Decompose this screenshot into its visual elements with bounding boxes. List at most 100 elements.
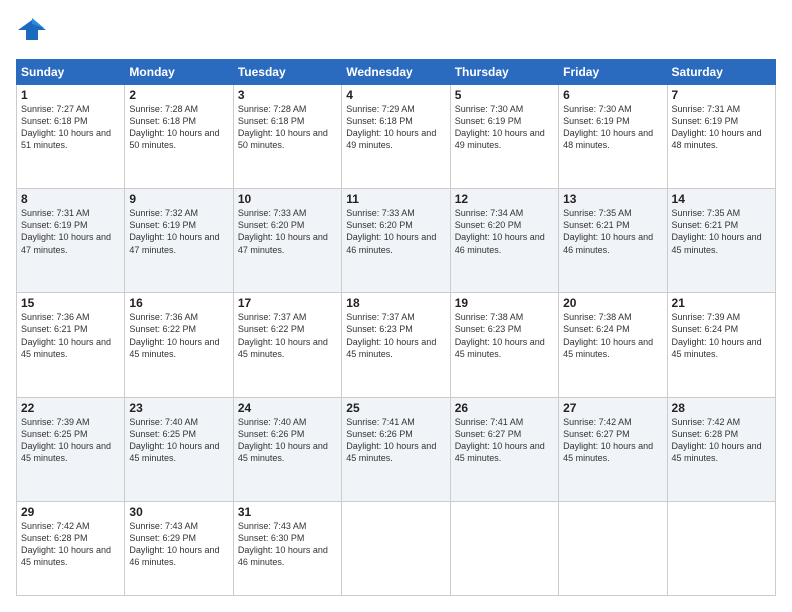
day-number: 26 xyxy=(455,401,554,415)
weekday-header-saturday: Saturday xyxy=(667,60,775,85)
day-info: Sunrise: 7:35 AM Sunset: 6:21 PM Dayligh… xyxy=(563,207,662,256)
day-number: 4 xyxy=(346,88,445,102)
day-info: Sunrise: 7:37 AM Sunset: 6:22 PM Dayligh… xyxy=(238,311,337,360)
day-number: 12 xyxy=(455,192,554,206)
day-info: Sunrise: 7:38 AM Sunset: 6:23 PM Dayligh… xyxy=(455,311,554,360)
day-number: 21 xyxy=(672,296,771,310)
weekday-header-monday: Monday xyxy=(125,60,233,85)
calendar-cell: 3Sunrise: 7:28 AM Sunset: 6:18 PM Daylig… xyxy=(233,85,341,189)
calendar-cell xyxy=(342,501,450,595)
day-number: 2 xyxy=(129,88,228,102)
calendar-cell: 21Sunrise: 7:39 AM Sunset: 6:24 PM Dayli… xyxy=(667,293,775,397)
calendar-cell: 16Sunrise: 7:36 AM Sunset: 6:22 PM Dayli… xyxy=(125,293,233,397)
calendar-cell: 12Sunrise: 7:34 AM Sunset: 6:20 PM Dayli… xyxy=(450,189,558,293)
day-info: Sunrise: 7:40 AM Sunset: 6:26 PM Dayligh… xyxy=(238,416,337,465)
day-info: Sunrise: 7:28 AM Sunset: 6:18 PM Dayligh… xyxy=(238,103,337,152)
day-info: Sunrise: 7:36 AM Sunset: 6:22 PM Dayligh… xyxy=(129,311,228,360)
page: SundayMondayTuesdayWednesdayThursdayFrid… xyxy=(0,0,792,612)
day-number: 31 xyxy=(238,505,337,519)
weekday-header-wednesday: Wednesday xyxy=(342,60,450,85)
calendar-cell: 24Sunrise: 7:40 AM Sunset: 6:26 PM Dayli… xyxy=(233,397,341,501)
day-number: 22 xyxy=(21,401,120,415)
weekday-header-friday: Friday xyxy=(559,60,667,85)
calendar-cell: 7Sunrise: 7:31 AM Sunset: 6:19 PM Daylig… xyxy=(667,85,775,189)
calendar-week-4: 22Sunrise: 7:39 AM Sunset: 6:25 PM Dayli… xyxy=(17,397,776,501)
weekday-header-thursday: Thursday xyxy=(450,60,558,85)
day-number: 23 xyxy=(129,401,228,415)
day-info: Sunrise: 7:35 AM Sunset: 6:21 PM Dayligh… xyxy=(672,207,771,256)
day-number: 3 xyxy=(238,88,337,102)
day-info: Sunrise: 7:42 AM Sunset: 6:28 PM Dayligh… xyxy=(21,520,120,569)
day-info: Sunrise: 7:37 AM Sunset: 6:23 PM Dayligh… xyxy=(346,311,445,360)
day-info: Sunrise: 7:31 AM Sunset: 6:19 PM Dayligh… xyxy=(672,103,771,152)
calendar-cell: 20Sunrise: 7:38 AM Sunset: 6:24 PM Dayli… xyxy=(559,293,667,397)
calendar-cell: 30Sunrise: 7:43 AM Sunset: 6:29 PM Dayli… xyxy=(125,501,233,595)
day-number: 20 xyxy=(563,296,662,310)
day-number: 19 xyxy=(455,296,554,310)
day-info: Sunrise: 7:31 AM Sunset: 6:19 PM Dayligh… xyxy=(21,207,120,256)
calendar-header: SundayMondayTuesdayWednesdayThursdayFrid… xyxy=(17,60,776,85)
day-info: Sunrise: 7:34 AM Sunset: 6:20 PM Dayligh… xyxy=(455,207,554,256)
day-number: 28 xyxy=(672,401,771,415)
day-info: Sunrise: 7:29 AM Sunset: 6:18 PM Dayligh… xyxy=(346,103,445,152)
logo-text-block xyxy=(16,16,46,49)
calendar-cell: 15Sunrise: 7:36 AM Sunset: 6:21 PM Dayli… xyxy=(17,293,125,397)
calendar-cell: 28Sunrise: 7:42 AM Sunset: 6:28 PM Dayli… xyxy=(667,397,775,501)
day-number: 14 xyxy=(672,192,771,206)
calendar-cell: 11Sunrise: 7:33 AM Sunset: 6:20 PM Dayli… xyxy=(342,189,450,293)
calendar-cell xyxy=(450,501,558,595)
calendar-cell: 19Sunrise: 7:38 AM Sunset: 6:23 PM Dayli… xyxy=(450,293,558,397)
day-number: 18 xyxy=(346,296,445,310)
day-number: 11 xyxy=(346,192,445,206)
day-number: 8 xyxy=(21,192,120,206)
day-number: 16 xyxy=(129,296,228,310)
day-info: Sunrise: 7:42 AM Sunset: 6:28 PM Dayligh… xyxy=(672,416,771,465)
day-number: 9 xyxy=(129,192,228,206)
calendar-cell: 14Sunrise: 7:35 AM Sunset: 6:21 PM Dayli… xyxy=(667,189,775,293)
day-info: Sunrise: 7:43 AM Sunset: 6:29 PM Dayligh… xyxy=(129,520,228,569)
weekday-row: SundayMondayTuesdayWednesdayThursdayFrid… xyxy=(17,60,776,85)
calendar-cell: 29Sunrise: 7:42 AM Sunset: 6:28 PM Dayli… xyxy=(17,501,125,595)
day-info: Sunrise: 7:42 AM Sunset: 6:27 PM Dayligh… xyxy=(563,416,662,465)
day-info: Sunrise: 7:32 AM Sunset: 6:19 PM Dayligh… xyxy=(129,207,228,256)
calendar-cell: 10Sunrise: 7:33 AM Sunset: 6:20 PM Dayli… xyxy=(233,189,341,293)
day-number: 5 xyxy=(455,88,554,102)
day-number: 27 xyxy=(563,401,662,415)
calendar-cell: 8Sunrise: 7:31 AM Sunset: 6:19 PM Daylig… xyxy=(17,189,125,293)
calendar-cell: 25Sunrise: 7:41 AM Sunset: 6:26 PM Dayli… xyxy=(342,397,450,501)
calendar-cell: 18Sunrise: 7:37 AM Sunset: 6:23 PM Dayli… xyxy=(342,293,450,397)
day-info: Sunrise: 7:28 AM Sunset: 6:18 PM Dayligh… xyxy=(129,103,228,152)
day-number: 29 xyxy=(21,505,120,519)
day-info: Sunrise: 7:30 AM Sunset: 6:19 PM Dayligh… xyxy=(563,103,662,152)
day-info: Sunrise: 7:41 AM Sunset: 6:26 PM Dayligh… xyxy=(346,416,445,465)
calendar-cell xyxy=(559,501,667,595)
calendar-cell: 9Sunrise: 7:32 AM Sunset: 6:19 PM Daylig… xyxy=(125,189,233,293)
day-number: 7 xyxy=(672,88,771,102)
day-number: 24 xyxy=(238,401,337,415)
day-info: Sunrise: 7:30 AM Sunset: 6:19 PM Dayligh… xyxy=(455,103,554,152)
logo-bird-icon xyxy=(18,16,46,44)
calendar-week-1: 1Sunrise: 7:27 AM Sunset: 6:18 PM Daylig… xyxy=(17,85,776,189)
day-info: Sunrise: 7:36 AM Sunset: 6:21 PM Dayligh… xyxy=(21,311,120,360)
weekday-header-tuesday: Tuesday xyxy=(233,60,341,85)
calendar-week-2: 8Sunrise: 7:31 AM Sunset: 6:19 PM Daylig… xyxy=(17,189,776,293)
calendar-cell xyxy=(667,501,775,595)
calendar-cell: 2Sunrise: 7:28 AM Sunset: 6:18 PM Daylig… xyxy=(125,85,233,189)
calendar-cell: 27Sunrise: 7:42 AM Sunset: 6:27 PM Dayli… xyxy=(559,397,667,501)
day-number: 30 xyxy=(129,505,228,519)
day-number: 10 xyxy=(238,192,337,206)
day-number: 25 xyxy=(346,401,445,415)
calendar-week-3: 15Sunrise: 7:36 AM Sunset: 6:21 PM Dayli… xyxy=(17,293,776,397)
calendar-cell: 31Sunrise: 7:43 AM Sunset: 6:30 PM Dayli… xyxy=(233,501,341,595)
day-info: Sunrise: 7:39 AM Sunset: 6:25 PM Dayligh… xyxy=(21,416,120,465)
calendar-cell: 22Sunrise: 7:39 AM Sunset: 6:25 PM Dayli… xyxy=(17,397,125,501)
day-info: Sunrise: 7:33 AM Sunset: 6:20 PM Dayligh… xyxy=(346,207,445,256)
day-info: Sunrise: 7:41 AM Sunset: 6:27 PM Dayligh… xyxy=(455,416,554,465)
day-info: Sunrise: 7:43 AM Sunset: 6:30 PM Dayligh… xyxy=(238,520,337,569)
day-info: Sunrise: 7:27 AM Sunset: 6:18 PM Dayligh… xyxy=(21,103,120,152)
calendar-cell: 5Sunrise: 7:30 AM Sunset: 6:19 PM Daylig… xyxy=(450,85,558,189)
calendar-cell: 17Sunrise: 7:37 AM Sunset: 6:22 PM Dayli… xyxy=(233,293,341,397)
calendar-table: SundayMondayTuesdayWednesdayThursdayFrid… xyxy=(16,59,776,596)
day-number: 13 xyxy=(563,192,662,206)
day-number: 1 xyxy=(21,88,120,102)
